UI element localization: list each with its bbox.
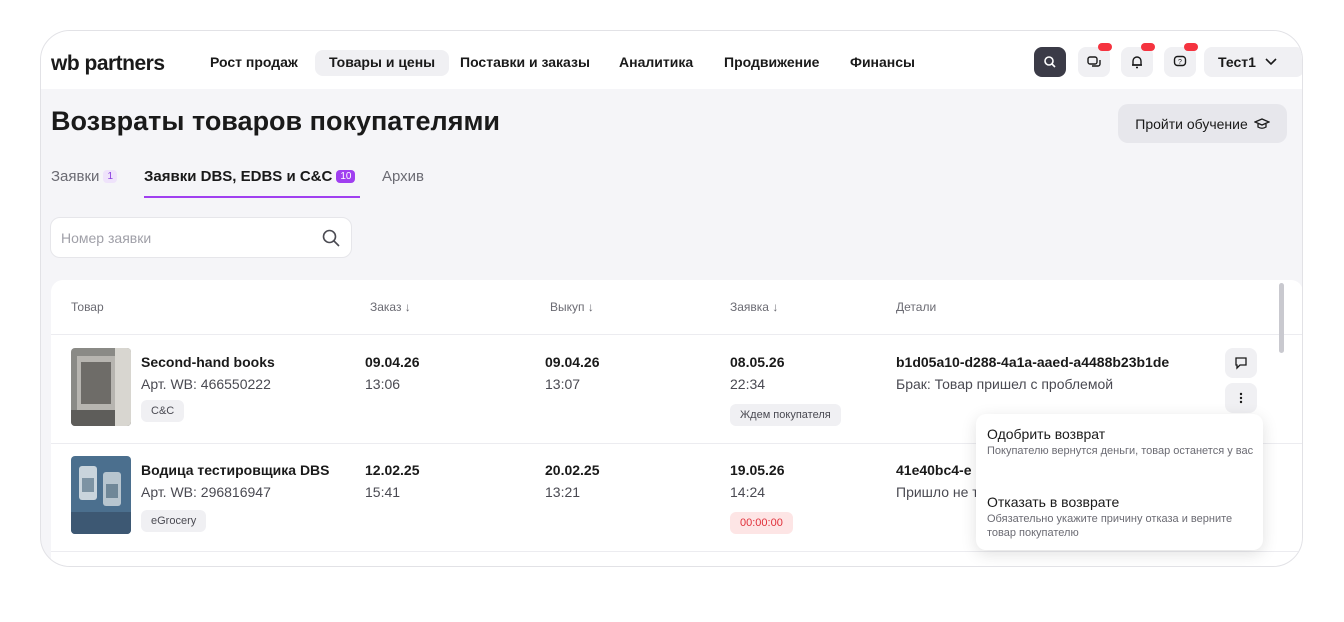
help-button[interactable]: ? [1164, 47, 1196, 77]
nav-item-analytics[interactable]: Аналитика [619, 54, 693, 70]
more-vertical-icon [1239, 392, 1243, 404]
learn-button-label: Пройти обучение [1135, 115, 1248, 132]
product-thumbnail [71, 348, 131, 426]
request-id: 41e40bc4-e [896, 462, 972, 478]
status-badge: Ждем покупателя [730, 404, 841, 426]
help-dot [1184, 43, 1198, 51]
active-tab-indicator [144, 196, 360, 198]
row-divider [51, 551, 1302, 552]
delivery-type-badge: eGrocery [141, 510, 207, 532]
buyout-date: 09.04.26 [545, 354, 600, 370]
table-scrollbar[interactable] [1279, 283, 1284, 353]
product-article: Арт. WB: 466550222 [141, 376, 271, 392]
user-menu-button[interactable]: Тест1 [1204, 47, 1302, 77]
graduation-cap-icon [1253, 117, 1270, 129]
chat-button[interactable] [1225, 348, 1257, 378]
search-button[interactable] [1034, 47, 1066, 77]
menu-item-approve-return[interactable]: Одобрить возврат Покупателю вернутся ден… [987, 426, 1257, 458]
buyout-date: 20.02.25 [545, 462, 600, 478]
page-title: Возвраты товаров покупателями [51, 106, 501, 136]
tab-requests-dbs-label: Заявки DBS, EDBS и C&C [144, 168, 333, 185]
order-time: 13:06 [365, 376, 401, 392]
return-reason: Пришло не т [896, 484, 979, 500]
app-window: wb partners Рост продаж Товары и цены По… [40, 30, 1303, 567]
buyout-time: 13:21 [545, 484, 581, 500]
reject-return-title: Отказать в возврате [987, 494, 1120, 510]
product-name[interactable]: Second-hand books [141, 354, 275, 370]
tab-archive-label: Архив [382, 168, 425, 185]
product-article: Арт. WB: 296816947 [141, 484, 271, 500]
tab-requests-dbs[interactable]: Заявки DBS, EDBS и C&C 10 [144, 168, 356, 185]
header-request[interactable]: Заявка ↓ [730, 300, 778, 314]
row-actions-menu: Одобрить возврат Покупателю вернутся ден… [976, 414, 1263, 550]
approve-return-title: Одобрить возврат [987, 426, 1106, 442]
order-date: 09.04.26 [365, 354, 420, 370]
top-nav: wb partners Рост продаж Товары и цены По… [41, 31, 1302, 89]
nav-item-sales-growth[interactable]: Рост продаж [210, 54, 298, 70]
nav-item-promotion[interactable]: Продвижение [724, 54, 819, 70]
search-icon [1044, 56, 1056, 68]
header-order[interactable]: Заказ ↓ [370, 300, 411, 314]
request-date: 08.05.26 [730, 354, 785, 370]
request-id: b1d05a10-d288-4a1a-aaed-a4488b23b1de [896, 354, 1170, 370]
order-date: 12.02.25 [365, 462, 420, 478]
chevron-down-icon [1265, 58, 1277, 66]
chat-button[interactable] [1078, 47, 1110, 77]
chat-icon [1235, 357, 1247, 370]
header-buyout[interactable]: Выкуп ↓ [550, 300, 594, 314]
nav-item-supplies-orders[interactable]: Поставки и заказы [460, 54, 590, 70]
return-reason: Брак: Товар пришел с проблемой [896, 376, 1114, 392]
tab-requests-label: Заявки [51, 168, 100, 185]
tab-requests-dbs-count: 10 [336, 170, 356, 183]
search-icon[interactable] [321, 228, 341, 248]
buyout-time: 13:07 [545, 376, 581, 392]
nav-item-products-prices[interactable]: Товары и цены [315, 50, 450, 76]
header-product: Товар [71, 300, 104, 314]
svg-text:?: ? [1178, 59, 1182, 66]
bell-icon [1132, 56, 1142, 69]
product-thumbnail [71, 456, 131, 534]
tab-requests[interactable]: Заявки 1 [51, 168, 117, 185]
product-name[interactable]: Водица тестировщика DBS [141, 462, 330, 478]
notifications-button[interactable] [1121, 47, 1153, 77]
header-details: Детали [896, 300, 937, 314]
more-actions-button[interactable] [1225, 383, 1257, 413]
chat-icon [1087, 56, 1101, 67]
tab-requests-count: 1 [103, 170, 117, 183]
approve-return-description: Покупателю вернутся деньги, товар остане… [987, 445, 1254, 457]
help-chat-icon: ? [1173, 55, 1187, 67]
notifications-dot [1141, 43, 1155, 51]
order-time: 15:41 [365, 484, 401, 500]
request-number-input[interactable] [61, 229, 321, 246]
request-time: 14:24 [730, 484, 766, 500]
user-name: Тест1 [1218, 54, 1256, 70]
tab-archive[interactable]: Архив [382, 168, 424, 185]
request-date: 19.05.26 [730, 462, 785, 478]
reject-return-description: Обязательно укажите причину отказа и вер… [987, 513, 1233, 539]
wb-partners-logo[interactable]: wb partners [51, 52, 165, 76]
request-time: 22:34 [730, 376, 766, 392]
search-box [50, 217, 352, 258]
timer-badge: 00:00:00 [730, 512, 793, 534]
menu-item-reject-return[interactable]: Отказать в возврате Обязательно укажите … [987, 494, 1257, 540]
header-divider [51, 334, 1302, 335]
chat-notification-dot [1098, 43, 1112, 51]
delivery-type-badge: C&C [141, 400, 185, 422]
learn-button[interactable]: Пройти обучение [1118, 104, 1287, 143]
nav-item-finance[interactable]: Финансы [850, 54, 915, 70]
